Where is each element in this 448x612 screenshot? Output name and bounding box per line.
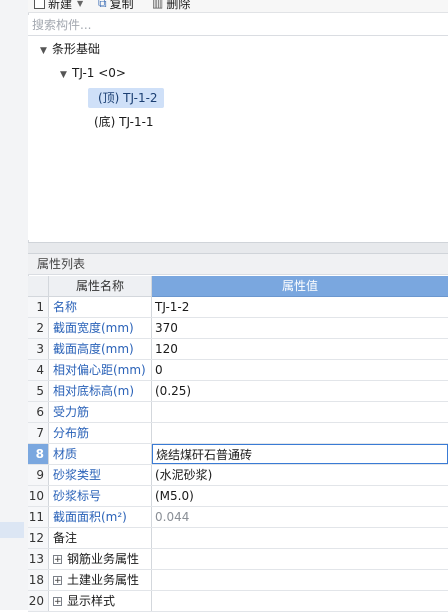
row-number-header <box>28 276 49 297</box>
property-value[interactable]: (M5.0) <box>152 486 448 506</box>
property-group-name: + 钢筋业务属性 <box>49 549 152 569</box>
copy-icon: ⧉ <box>98 0 107 10</box>
property-row[interactable]: 11 截面面积(m²) 0.044 <box>28 507 448 528</box>
property-value[interactable]: TJ-1-2 <box>152 297 448 317</box>
search-input[interactable] <box>28 15 448 35</box>
property-value[interactable] <box>152 528 448 548</box>
tree-leaf-label: (顶) TJ-1-2 <box>98 91 158 105</box>
row-number: 9 <box>28 465 49 485</box>
expand-plus-icon[interactable]: + <box>53 555 62 565</box>
property-name: 备注 <box>49 528 152 548</box>
tree-leaf-label: (底) TJ-1-1 <box>94 115 154 129</box>
property-row[interactable]: 12 备注 <box>28 528 448 549</box>
property-value[interactable]: 0 <box>152 360 448 380</box>
column-header-name[interactable]: 属性名称 <box>49 276 152 297</box>
expand-plus-icon[interactable]: + <box>53 597 62 607</box>
property-row[interactable]: 1 名称 TJ-1-2 <box>28 297 448 318</box>
property-list-title: 属性列表 <box>28 254 448 275</box>
property-row[interactable]: 10 砂浆标号 (M5.0) <box>28 486 448 507</box>
property-row[interactable]: 7 分布筋 <box>28 423 448 444</box>
property-value <box>152 591 448 611</box>
expand-arrow-icon[interactable]: ▼ <box>60 65 72 85</box>
copy-button-label: 复制 <box>109 0 134 11</box>
panel-splitter[interactable] <box>28 242 448 254</box>
row-number: 11 <box>28 507 49 527</box>
property-row[interactable]: 9 砂浆类型 (水泥砂浆) <box>28 465 448 486</box>
row-number: 7 <box>28 423 49 443</box>
row-number: 18 <box>28 570 49 590</box>
property-value-readonly: 0.044 <box>155 510 190 524</box>
new-button-label: 新建 <box>48 0 73 11</box>
row-number: 8 <box>28 444 49 464</box>
tree-node-label: TJ-1 <0> <box>72 66 126 80</box>
tree-node-strip-foundation[interactable]: ▼ 条形基础 <box>40 39 100 59</box>
delete-button[interactable]: ▥ 删除 <box>152 0 190 12</box>
row-number: 2 <box>28 318 49 338</box>
tree-leaf-bottom[interactable]: (底) TJ-1-1 <box>94 112 154 132</box>
property-row[interactable]: 5 相对底标高(m) (0.25) <box>28 381 448 402</box>
property-grid: 属性名称 属性值 1 名称 TJ-1-2 2 截面宽度(mm) 370 3 截面… <box>28 276 448 612</box>
property-value[interactable]: (0.25) <box>152 381 448 401</box>
property-row[interactable]: 6 受力筋 <box>28 402 448 423</box>
delete-button-label: 删除 <box>166 0 191 11</box>
expand-plus-icon[interactable]: + <box>53 576 62 586</box>
property-name: 截面宽度(mm) <box>49 318 152 338</box>
property-value[interactable]: (水泥砂浆) <box>152 465 448 485</box>
property-name: 相对偏心距(mm) <box>49 360 152 380</box>
row-number: 20 <box>28 591 49 611</box>
property-group-label: 土建业务属性 <box>67 573 140 587</box>
property-name: 砂浆类型 <box>49 465 152 485</box>
component-tree: ▼ 条形基础 ▼ TJ-1 <0> (顶) TJ-1-2 (底) TJ-1-1 <box>28 36 448 240</box>
property-name: 材质 <box>49 444 152 464</box>
property-group-name: + 土建业务属性 <box>49 570 152 590</box>
row-number: 10 <box>28 486 49 506</box>
copy-button[interactable]: ⧉ 复制 <box>98 0 134 12</box>
property-value[interactable]: 120 <box>152 339 448 359</box>
property-group-label: 钢筋业务属性 <box>67 552 140 566</box>
property-name: 分布筋 <box>49 423 152 443</box>
property-row[interactable]: 2 截面宽度(mm) 370 <box>28 318 448 339</box>
property-value[interactable] <box>152 402 448 422</box>
property-value <box>152 570 448 590</box>
property-group-row[interactable]: 20 + 显示样式 <box>28 591 448 612</box>
tree-leaf-top-selected[interactable]: (顶) TJ-1-2 <box>88 88 164 108</box>
property-group-name: + 显示样式 <box>49 591 152 611</box>
trash-icon: ▥ <box>152 0 164 10</box>
row-number: 5 <box>28 381 49 401</box>
tree-node-label: 条形基础 <box>52 42 101 56</box>
search-bar <box>28 15 448 36</box>
property-grid-header: 属性名称 属性值 <box>28 276 448 297</box>
property-value[interactable]: 370 <box>152 318 448 338</box>
row-number: 1 <box>28 297 49 317</box>
property-name: 截面高度(mm) <box>49 339 152 359</box>
row-number: 4 <box>28 360 49 380</box>
property-group-row[interactable]: 13 + 钢筋业务属性 <box>28 549 448 570</box>
property-value-editor[interactable]: 烧结煤矸石普通砖 <box>152 444 448 464</box>
property-value <box>152 549 448 569</box>
row-number: 13 <box>28 549 49 569</box>
row-number: 6 <box>28 402 49 422</box>
property-name: 名称 <box>49 297 152 317</box>
property-row[interactable]: 4 相对偏心距(mm) 0 <box>28 360 448 381</box>
property-name: 截面面积(m²) <box>49 507 152 527</box>
new-button[interactable]: 新建 ▼ <box>34 0 83 12</box>
property-row[interactable]: 3 截面高度(mm) 120 <box>28 339 448 360</box>
toolbar: 新建 ▼ ⧉ 复制 ▥ 删除 <box>28 0 448 13</box>
property-name: 砂浆标号 <box>49 486 152 506</box>
column-header-value[interactable]: 属性值 <box>152 276 448 297</box>
row-number: 12 <box>28 528 49 548</box>
row-number: 3 <box>28 339 49 359</box>
property-name: 相对底标高(m) <box>49 381 152 401</box>
checkbox-icon <box>34 0 45 9</box>
expand-arrow-icon[interactable]: ▼ <box>40 41 52 61</box>
chevron-down-icon[interactable]: ▼ <box>77 0 83 8</box>
tree-node-tj1[interactable]: ▼ TJ-1 <0> <box>60 63 126 83</box>
left-panel-edge <box>0 0 29 610</box>
property-group-label: 显示样式 <box>67 594 116 608</box>
property-row-selected[interactable]: 8 材质 烧结煤矸石普通砖 <box>28 444 448 465</box>
property-value[interactable] <box>152 423 448 443</box>
left-panel-highlight <box>0 522 24 538</box>
property-group-row[interactable]: 18 + 土建业务属性 <box>28 570 448 591</box>
property-name: 受力筋 <box>49 402 152 422</box>
